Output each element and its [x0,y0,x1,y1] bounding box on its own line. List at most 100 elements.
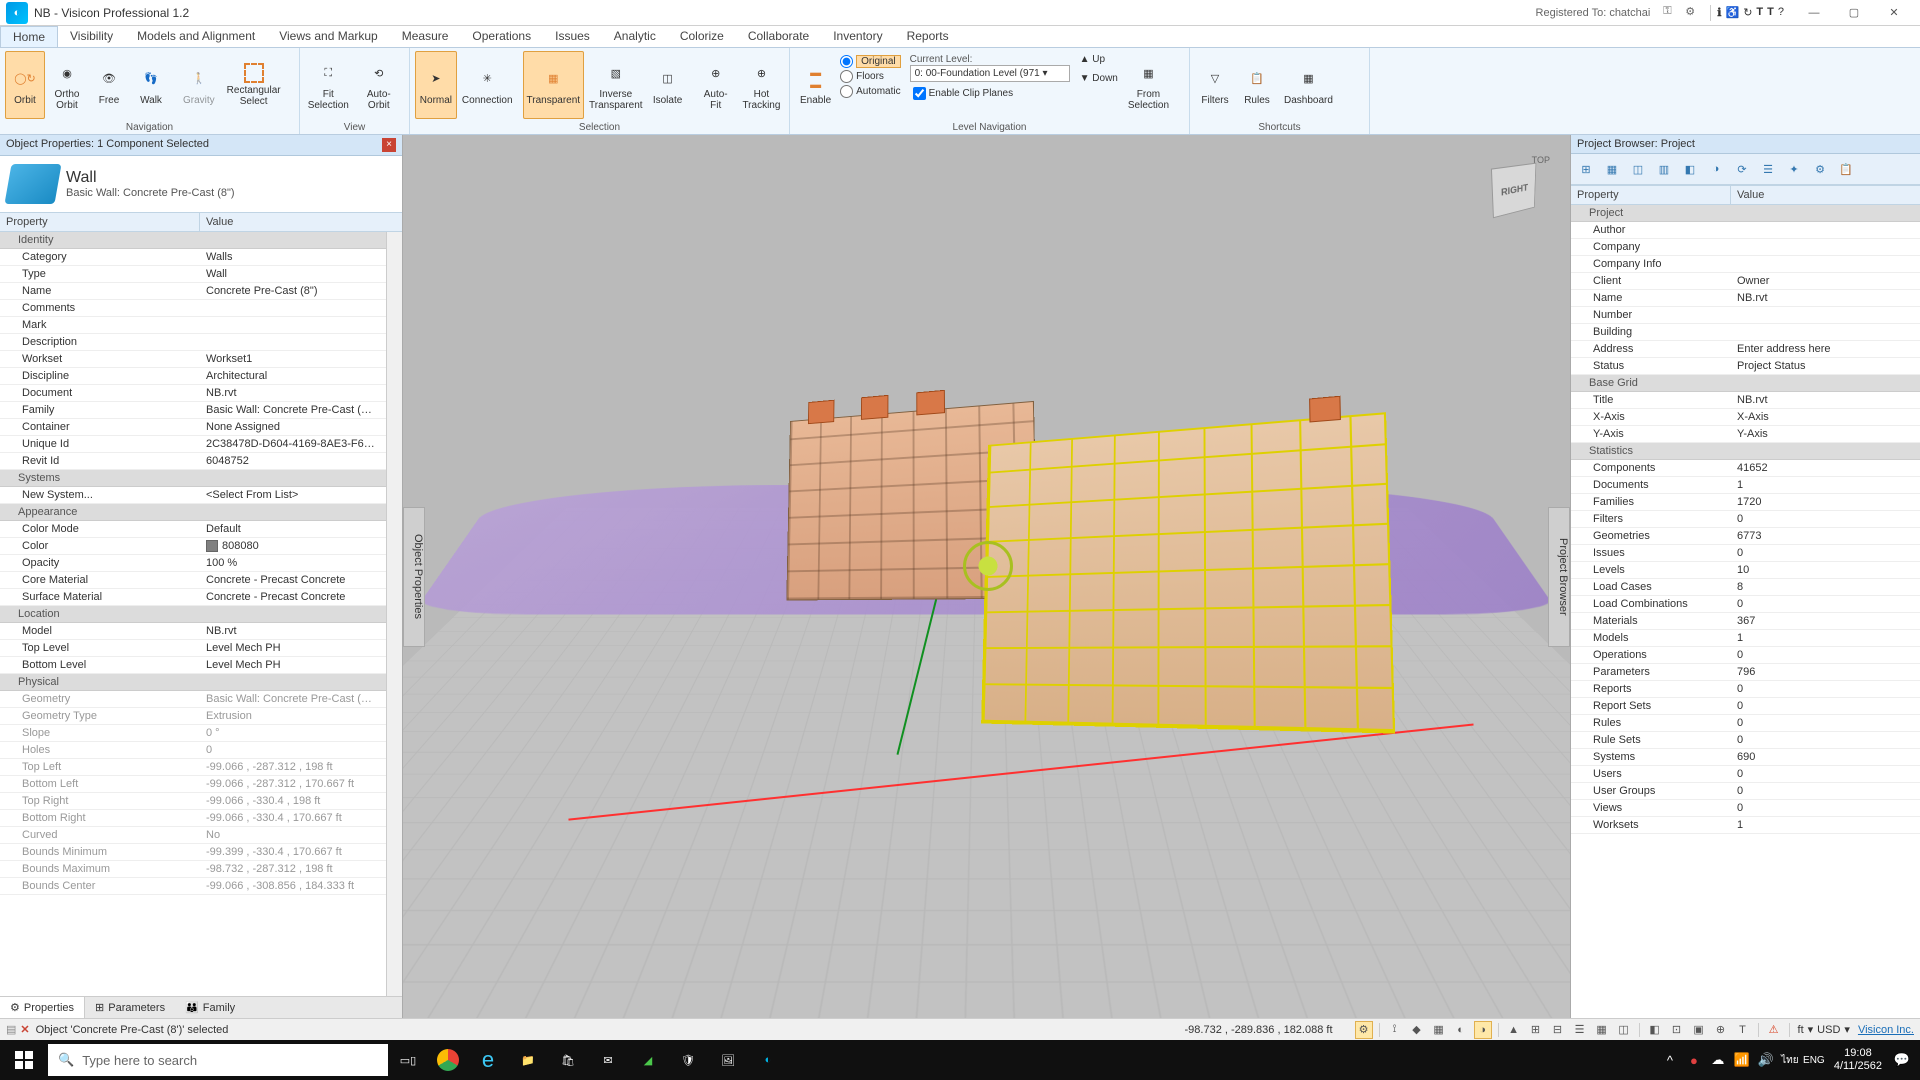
status-icon-1[interactable]: ⟟ [1386,1021,1404,1039]
rules-button[interactable]: 📋Rules [1237,51,1277,119]
inverse-transparent-button[interactable]: ▧Inverse Transparent [586,51,646,119]
normal-button[interactable]: ➤Normal [415,51,457,119]
fit-selection-button[interactable]: ⛶Fit Selection [305,51,352,119]
store-icon[interactable]: 🛍 [548,1040,588,1080]
dashboard-button[interactable]: ▦Dashboard [1279,51,1338,119]
menu-tab-measure[interactable]: Measure [390,26,461,47]
status-icon-6[interactable]: ▲ [1505,1021,1523,1039]
tb-icon-11[interactable]: 📋 [1834,157,1858,181]
status-icon-8[interactable]: ⊟ [1549,1021,1567,1039]
connection-button[interactable]: ✳Connection [459,51,516,119]
tray-clock[interactable]: 19:084/11/2562 [1826,1047,1890,1073]
section-location[interactable]: Location [0,606,386,623]
floors-radio[interactable] [840,70,853,83]
status-icon-14[interactable]: ▣ [1690,1021,1708,1039]
tray-chevron-icon[interactable]: ^ [1658,1040,1682,1080]
clip-planes-checkbox[interactable] [913,87,926,100]
menu-tab-issues[interactable]: Issues [543,26,602,47]
app-icon-1[interactable]: ◢ [628,1040,668,1080]
vendor-link[interactable]: Visicon Inc. [1858,1024,1914,1036]
pivot-gizmo[interactable] [963,541,1013,591]
tool-icon-1[interactable]: ℹ [1717,6,1721,19]
rsection-stats[interactable]: Statistics [1571,443,1920,460]
original-radio[interactable] [840,55,853,68]
start-button[interactable] [0,1040,48,1080]
menu-tab-models[interactable]: Models and Alignment [125,26,267,47]
menu-tab-colorize[interactable]: Colorize [668,26,736,47]
menu-tab-operations[interactable]: Operations [460,26,543,47]
tb-icon-3[interactable]: ◫ [1626,157,1650,181]
security-icon[interactable]: 🛡 [668,1040,708,1080]
browser-table[interactable]: Project Author Company Company Info Clie… [1571,205,1920,1018]
status-icon-12[interactable]: ◧ [1646,1021,1664,1039]
key-icon[interactable]: ⚿ [1663,5,1679,21]
left-fold-tab[interactable]: Object Properties [403,507,425,647]
transparent-button[interactable]: ▦Transparent [523,51,585,119]
walk-button[interactable]: 👣Walk [131,51,171,119]
edge-icon[interactable]: e [468,1040,508,1080]
section-systems[interactable]: Systems [0,470,386,487]
status-icon-5[interactable]: ◑ [1474,1021,1492,1039]
menu-tab-visibility[interactable]: Visibility [58,26,125,47]
tb-icon-6[interactable]: ◑ [1704,157,1728,181]
tray-cloud-icon[interactable]: ☁ [1706,1040,1730,1080]
maximize-button[interactable]: ▢ [1834,1,1874,25]
tb-icon-4[interactable]: ▥ [1652,157,1676,181]
tab-parameters[interactable]: ⊞ Parameters [85,997,175,1018]
status-unit-length[interactable]: ft [1798,1024,1804,1036]
orbit-button[interactable]: ◯↻Orbit [5,51,45,119]
menu-tab-reports[interactable]: Reports [895,26,961,47]
status-icon-9[interactable]: ☰ [1571,1021,1589,1039]
rsection-basegrid[interactable]: Base Grid [1571,375,1920,392]
status-icon-13[interactable]: ⊡ [1668,1021,1686,1039]
automatic-radio[interactable] [840,85,853,98]
status-icon-2[interactable]: ◆ [1408,1021,1426,1039]
tray-notifications-icon[interactable]: 💬 [1890,1040,1914,1080]
explorer-icon[interactable]: 📁 [508,1040,548,1080]
3d-viewport[interactable]: Object Properties Project Browser TOP RI… [403,135,1570,1018]
taskbar-search[interactable]: 🔍 Type here to search [48,1044,388,1076]
tb-icon-2[interactable]: ▦ [1600,157,1624,181]
tray-wifi-icon[interactable]: 📶 [1730,1040,1754,1080]
tb-icon-7[interactable]: ⟳ [1730,157,1754,181]
tb-icon-10[interactable]: ⚙ [1808,157,1832,181]
enable-level-button[interactable]: ▬▬Enable [795,51,836,119]
view-cube[interactable]: TOP RIGHT [1480,155,1550,225]
tb-icon-8[interactable]: ☰ [1756,157,1780,181]
status-icon-7[interactable]: ⊞ [1527,1021,1545,1039]
status-icon-3[interactable]: ▦ [1430,1021,1448,1039]
menu-tab-inventory[interactable]: Inventory [821,26,894,47]
tab-family[interactable]: 👪 Family [175,997,245,1018]
tb-icon-9[interactable]: ✦ [1782,157,1806,181]
menu-tab-views[interactable]: Views and Markup [267,26,390,47]
rsection-project[interactable]: Project [1571,205,1920,222]
task-view-icon[interactable]: ▭▯ [388,1040,428,1080]
gear-icon[interactable]: ⚙ [1685,5,1701,21]
menu-tab-collaborate[interactable]: Collaborate [736,26,821,47]
property-table[interactable]: Identity CategoryWalls TypeWall NameConc… [0,232,386,996]
tray-lang1[interactable]: ไทย [1778,1040,1802,1080]
tool-icon-2[interactable]: ♿ [1725,6,1739,19]
tray-lang2[interactable]: ENG [1802,1040,1826,1080]
tool-icon-3[interactable]: ↻ [1743,6,1752,19]
close-button[interactable]: ✕ [1874,1,1914,25]
section-identity[interactable]: Identity [0,232,386,249]
auto-orbit-button[interactable]: ⟲Auto-Orbit [354,51,404,119]
autofit-button[interactable]: ⊕Auto-Fit [694,51,736,119]
hot-tracking-button[interactable]: ⊕Hot Tracking [739,51,784,119]
section-appearance[interactable]: Appearance [0,504,386,521]
filters-button[interactable]: ▽Filters [1195,51,1235,119]
gravity-button[interactable]: 🚶Gravity [178,51,220,119]
status-icon-16[interactable]: T [1734,1021,1752,1039]
tool-icon-6[interactable]: ? [1778,6,1784,19]
level-down-button[interactable]: ▼ Down [1076,69,1122,88]
status-icon-10[interactable]: ▦ [1593,1021,1611,1039]
status-icon-4[interactable]: ◐ [1452,1021,1470,1039]
tb-icon-1[interactable]: ⊞ [1574,157,1598,181]
tray-volume-icon[interactable]: 🔊 [1754,1040,1778,1080]
tool-icon-4[interactable]: T [1756,6,1763,19]
status-warning-icon[interactable]: ⚠ [1765,1021,1783,1039]
visicon-taskbar-icon[interactable]: ◐ [748,1040,788,1080]
tray-rec-icon[interactable]: ● [1682,1040,1706,1080]
menu-tab-home[interactable]: Home [0,26,58,47]
